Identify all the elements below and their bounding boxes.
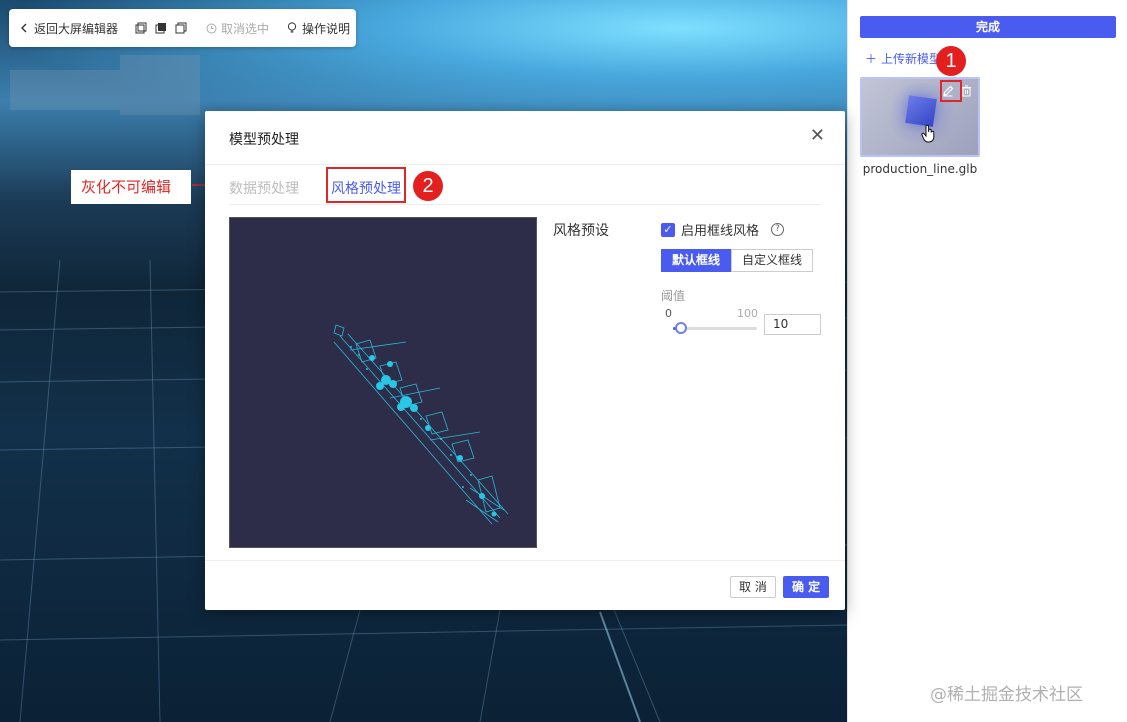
watermark: @稀土掘金技术社区 (930, 685, 1083, 705)
dialog-footer: 取 消 确 定 (205, 560, 845, 610)
question-icon[interactable]: ? (771, 223, 785, 236)
upload-model-link[interactable]: ＋ 上传新模型 (865, 50, 941, 67)
model-thumbnail-image (905, 95, 937, 127)
slider-min-label: 0 (665, 307, 672, 320)
enable-wireframe-checkbox[interactable]: ✓ (661, 222, 675, 237)
custom-wireframe-button[interactable]: 自定义框线 (731, 249, 814, 272)
back-to-editor-label: 返回大屏编辑器 (34, 21, 119, 36)
slider-max-label: 100 (737, 307, 758, 320)
model-preprocess-dialog: 模型预处理 ✕ 数据预处理 风格预处理 2 风格预设 ✓ 启用框线风格 ? 默认… (205, 111, 845, 610)
gray-note-annotation: 灰化不可编辑 (71, 170, 191, 204)
threshold-label: 阈值 (661, 289, 686, 303)
close-icon[interactable]: ✕ (810, 127, 825, 145)
chevron-left-icon (17, 21, 31, 35)
cancel-selection-label: 取消选中 (221, 21, 270, 36)
cancel-circle-icon (204, 21, 218, 35)
cancel-button[interactable]: 取 消 (730, 576, 776, 598)
upload-model-label: 上传新模型 (881, 52, 942, 66)
send-backward-icon[interactable] (174, 21, 188, 35)
tab-data-preprocess: 数据预处理 (229, 181, 299, 197)
dialog-header: 模型预处理 ✕ (205, 111, 845, 165)
plus-icon: ＋ (865, 52, 878, 66)
bring-forward-icon[interactable] (154, 21, 168, 35)
back-to-editor-button[interactable]: 返回大屏编辑器 (17, 20, 118, 37)
enable-wireframe-option[interactable]: ✓ 启用框线风格 ? (661, 220, 785, 239)
hand-cursor-icon (921, 124, 937, 149)
lightbulb-icon (285, 21, 299, 35)
wireframe-model (333, 324, 509, 525)
help-button[interactable]: 操作说明 (285, 20, 350, 37)
confirm-button[interactable]: 确 定 (783, 576, 830, 598)
default-wireframe-button[interactable]: 默认框线 (661, 249, 732, 272)
model-file-name: production_line.glb (862, 162, 978, 176)
help-label: 操作说明 (302, 21, 351, 36)
cancel-selection-button[interactable]: 取消选中 (204, 20, 269, 37)
done-button[interactable]: 完成 (860, 16, 1116, 38)
top-toolbar: 返回大屏编辑器 取消选中 操作说明 (9, 9, 356, 47)
model-preview-canvas[interactable] (229, 217, 537, 548)
step-badge-2: 2 (413, 171, 443, 201)
tab-highlight-box (326, 167, 406, 203)
threshold-slider-thumb[interactable] (675, 322, 688, 334)
threshold-input[interactable]: 10 (764, 314, 821, 335)
tab-bar: 数据预处理 风格预处理 (229, 173, 821, 205)
style-preset-label: 风格预设 (553, 223, 609, 239)
edit-icon-highlight (940, 80, 962, 102)
step-badge-1: 1 (936, 46, 966, 76)
model-panel: 完成 ＋ 上传新模型 production_line.glb (847, 0, 1127, 722)
model-thumbnail-card[interactable] (860, 77, 980, 157)
enable-wireframe-label: 启用框线风格 (681, 224, 760, 239)
copy-layer-icon[interactable] (134, 21, 148, 35)
layer-tools (134, 21, 188, 35)
dialog-title: 模型预处理 (229, 132, 299, 148)
wireframe-mode-toggle: 默认框线 自定义框线 (661, 249, 814, 272)
